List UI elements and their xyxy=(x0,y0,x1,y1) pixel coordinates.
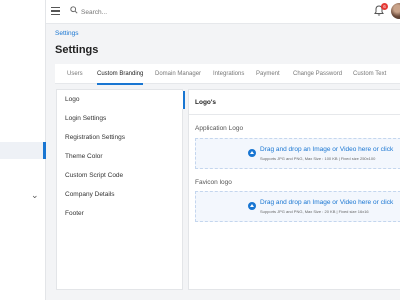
menu-item-theme-color[interactable]: Theme Color xyxy=(57,148,184,166)
page-title: Settings xyxy=(55,44,99,56)
menu-item-logo[interactable]: Logo xyxy=(57,91,185,109)
dropzone-hint: Supports JPG and PNG, Max Size : 100 KB … xyxy=(260,156,376,161)
upload-icon xyxy=(248,202,256,210)
dropzone-text: Drag and drop an Image or Video here or … xyxy=(260,199,394,206)
menu-item-registration-settings[interactable]: Registration Settings xyxy=(57,129,184,147)
application-logo-label: Application Logo xyxy=(195,125,244,132)
tab-custom-branding[interactable]: Custom Branding xyxy=(97,64,144,85)
menu-item-login-settings[interactable]: Login Settings xyxy=(57,110,184,128)
application-logo-dropzone[interactable]: Drag and drop an Image or Video here or … xyxy=(195,138,400,169)
search-icon xyxy=(70,6,78,14)
tab-users[interactable]: Users xyxy=(67,64,83,84)
tab-custom-text[interactable]: Custom Text xyxy=(353,64,386,84)
favicon-logo-dropzone[interactable]: Drag and drop an Image or Video here or … xyxy=(195,191,400,222)
avatar[interactable] xyxy=(391,3,400,19)
chevron-down-icon[interactable]: ⌄ xyxy=(31,190,39,201)
panel-title: Logo's xyxy=(195,99,217,106)
menu-item-custom-script-code[interactable]: Custom Script Code xyxy=(57,167,184,185)
breadcrumb[interactable]: Settings xyxy=(55,30,79,37)
tab-payment[interactable]: Payment xyxy=(256,64,280,84)
upload-icon xyxy=(248,149,256,157)
left-nav: ⌄ xyxy=(0,0,46,300)
menu-icon[interactable] xyxy=(51,7,60,15)
logo-panel: Logo's Application Logo Drag and drop an… xyxy=(188,89,400,290)
menu-item-footer[interactable]: Footer xyxy=(57,205,184,223)
menu-item-company-details[interactable]: Company Details xyxy=(57,186,184,204)
search-input[interactable] xyxy=(81,6,181,18)
favicon-logo-label: Favicon logo xyxy=(195,179,232,186)
tab-change-password[interactable]: Change Password xyxy=(293,64,342,84)
settings-tabs: Users Custom Branding Domain Manager Int… xyxy=(55,64,400,85)
nav-item-settings-active[interactable] xyxy=(0,142,46,159)
branding-menu: Logo Login Settings Registration Setting… xyxy=(56,89,185,290)
divider xyxy=(189,114,400,115)
top-bar: 6 xyxy=(46,0,400,24)
dropzone-hint: Supports JPG and PNG, Max Size : 20 KB |… xyxy=(260,209,369,214)
tab-integrations[interactable]: Integrations xyxy=(213,64,244,84)
tab-domain-manager[interactable]: Domain Manager xyxy=(155,64,201,84)
dropzone-text: Drag and drop an Image or Video here or … xyxy=(260,146,394,153)
notification-badge: 6 xyxy=(381,3,388,10)
